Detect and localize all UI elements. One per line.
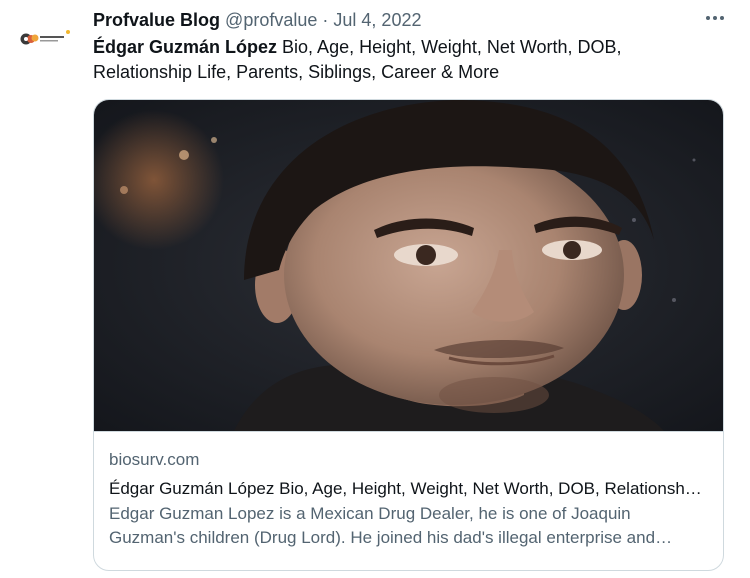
author-handle[interactable]: @profvalue: [225, 10, 317, 30]
more-options-button[interactable]: [702, 8, 728, 28]
tweet-date[interactable]: Jul 4, 2022: [333, 10, 421, 30]
link-card[interactable]: biosurv.com Édgar Guzmán López Bio, Age,…: [93, 99, 724, 571]
card-title: Édgar Guzmán López Bio, Age, Height, Wei…: [109, 479, 705, 498]
card-domain: biosurv.com: [109, 450, 200, 469]
tweet[interactable]: Profvalue Blog @profvalue · Jul 4, 2022 …: [0, 0, 750, 578]
card-body: biosurv.com Édgar Guzmán López Bio, Age,…: [109, 448, 705, 550]
author-name[interactable]: Profvalue Blog: [93, 10, 220, 30]
tweet-header: Profvalue Blog @profvalue · Jul 4, 2022: [93, 8, 421, 32]
separator-dot: ·: [322, 10, 329, 30]
tweet-text: Édgar Guzmán López Bio, Age, Height, Wei…: [93, 35, 713, 85]
more-horizontal-icon: [706, 16, 710, 20]
profile-avatar[interactable]: [20, 26, 76, 48]
card-image[interactable]: [94, 100, 724, 431]
tweet-text-bold: Édgar Guzmán López: [93, 37, 278, 57]
card-divider: [94, 431, 723, 432]
card-description: Edgar Guzman Lopez is a Mexican Drug Dea…: [109, 504, 656, 547]
